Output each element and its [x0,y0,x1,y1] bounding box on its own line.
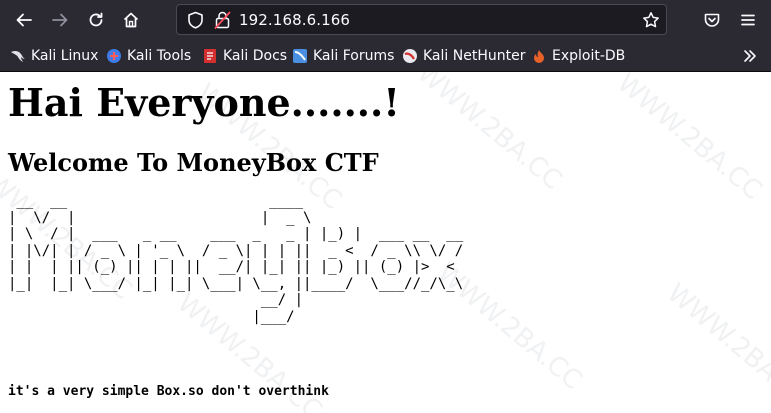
bookmark-label: Kali Tools [127,48,192,64]
arrow-left-icon [16,13,32,27]
watermark: WWW.2BA.CC [411,72,568,196]
bookmark-kali-linux[interactable]: Kali Linux [10,46,98,66]
navigation-toolbar: 192.168.6.166 [0,0,771,40]
browser-chrome: 192.168.6.166 Kali Linux Kali Tools Kali… [0,0,771,72]
bookmarks-overflow-button[interactable] [742,46,758,66]
kali-forums-icon [292,48,308,64]
chevron-double-right-icon [744,50,756,62]
bookmark-kali-tools[interactable]: Kali Tools [106,46,191,66]
moneybox-ascii-art: __ __ ____ | \/ | | _ \ | \ / | ___ _ __… [8,193,464,325]
kali-docs-icon [202,48,218,64]
bookmark-label: Kali Docs [223,48,288,64]
insecure-lock-icon[interactable] [214,10,231,34]
page-heading: Hai Everyone.......! [8,80,400,125]
reload-button[interactable] [85,9,107,31]
address-bar[interactable]: 192.168.6.166 [176,4,667,35]
pocket-button[interactable] [701,9,723,31]
bookmark-label: Kali Linux [31,48,99,64]
hint-text: it's a very simple Box.so don't overthin… [8,384,329,399]
pocket-icon [704,13,720,27]
bookmarks-toolbar: Kali Linux Kali Tools Kali Docs Kali For… [0,40,771,72]
shield-icon[interactable] [187,11,204,33]
hamburger-menu-icon [741,14,755,26]
url-text[interactable]: 192.168.6.166 [239,11,350,29]
forward-button[interactable] [49,9,71,31]
watermark: WWW.2BA.CC [611,72,768,206]
bookmark-star-icon[interactable] [642,11,660,33]
exploit-db-icon [531,48,547,64]
page-subheading: Welcome To MoneyBox CTF [8,148,379,177]
home-icon [123,12,139,28]
back-button[interactable] [13,9,35,31]
bookmark-exploit-db[interactable]: Exploit-DB [531,46,625,66]
kali-dragon-icon [10,48,26,64]
bookmark-kali-docs[interactable]: Kali Docs [202,46,287,66]
bookmark-kali-nethunter[interactable]: Kali NetHunter [402,46,525,66]
kali-tools-icon [106,48,122,64]
page-content: WWW.2BA.CC WWW.2BA.CC WWW.2BA.CC WWW.2BA… [0,72,771,413]
bookmark-label: Kali NetHunter [423,48,526,64]
reload-icon [89,12,103,27]
arrow-right-icon [52,13,68,27]
home-button[interactable] [120,9,142,31]
watermark: WWW.2BA.CC [661,278,771,413]
kali-nethunter-icon [402,48,418,64]
bookmark-kali-forums[interactable]: Kali Forums [292,46,394,66]
menu-button[interactable] [737,9,759,31]
bookmark-label: Exploit-DB [552,48,626,64]
bookmark-label: Kali Forums [313,48,395,64]
